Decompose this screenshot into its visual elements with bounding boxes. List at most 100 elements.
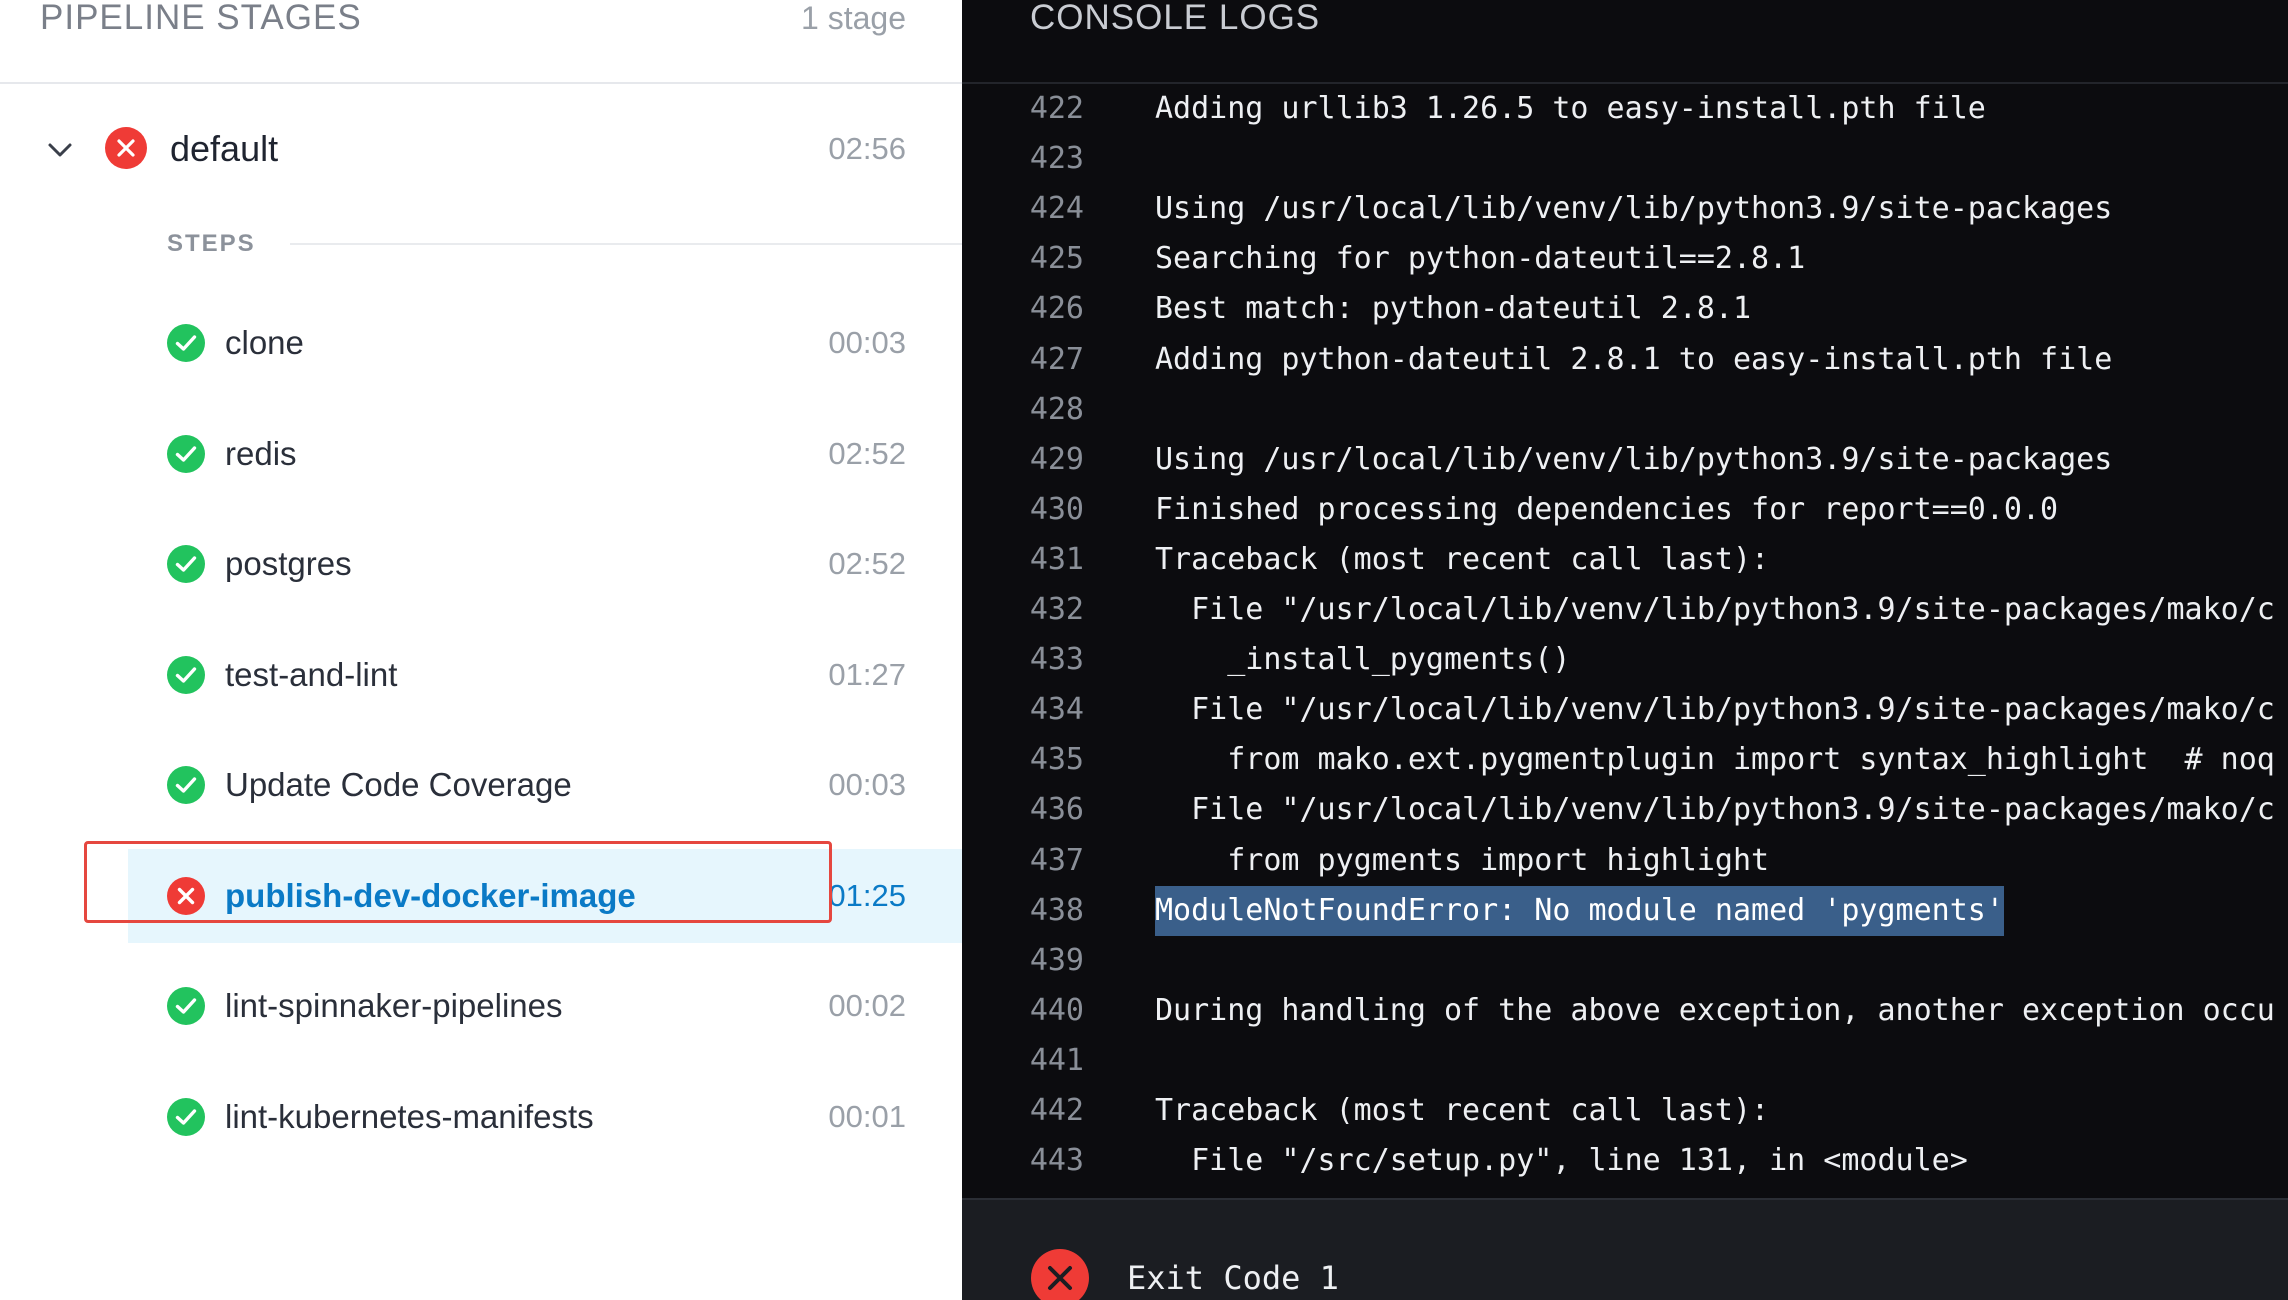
log-line: 424 Using /usr/local/lib/venv/lib/python3…: [962, 184, 2288, 234]
log-line-number: 432: [1029, 592, 1084, 627]
log-line-number: 426: [1029, 291, 1084, 327]
log-line: 425 Searching for python-dateutil==2.8.1: [962, 234, 2288, 284]
step-duration: 01:25: [828, 877, 906, 913]
log-text: During handling of the above exception, …: [1155, 992, 2275, 1028]
log-line: 439: [962, 936, 2288, 986]
log-line: 429 Using /usr/local/lib/venv/lib/python3…: [962, 435, 2288, 485]
log-text: Adding urllib3 1.26.5 to easy-install.pt…: [1155, 91, 1986, 126]
step-name: test-and-lint: [225, 655, 398, 693]
log-text: _install_pygments(): [1155, 642, 1571, 678]
log-line: 443 File "/src/setup.py", line 131, in <…: [962, 1136, 2288, 1186]
log-line-number: 433: [1029, 642, 1084, 678]
log-line-number: 436: [1029, 792, 1084, 828]
success-check-icon: [167, 1097, 205, 1136]
log-line: 434 File "/usr/local/lib/venv/lib/python…: [962, 685, 2288, 735]
log-text: File "/usr/local/lib/venv/lib/python3.9/…: [1155, 692, 2275, 728]
stage-row-default[interactable]: default 02:56: [0, 118, 962, 180]
step-row-test-and-lint[interactable]: test-and-lint 01:27: [128, 628, 962, 722]
log-line-number: 441: [1029, 1042, 1084, 1078]
log-line-number: 443: [1029, 1143, 1084, 1179]
step-name: redis: [225, 434, 297, 472]
log-line: 427 Adding python-dateutil 2.8.1 to easy-…: [962, 335, 2288, 385]
success-check-icon: [167, 545, 205, 583]
log-text: Searching for python-dateutil==2.8.1: [1155, 241, 1806, 277]
console-logs-panel: CONSOLE LOGS 422 Adding urllib3 1.26.5 to…: [962, 0, 2288, 1300]
log-line: 435 from mako.ext.pygmentplugin import s…: [962, 735, 2288, 785]
log-line: 442 Traceback (most recent call last):: [962, 1086, 2288, 1136]
failed-status-icon: [105, 127, 147, 169]
pipeline-stages-header: PIPELINE STAGES 1 stage: [0, 0, 962, 84]
log-text: File "/usr/local/lib/venv/lib/python3.9/…: [1155, 792, 2275, 828]
step-duration: 00:02: [828, 988, 906, 1023]
log-line-number: 442: [1029, 1093, 1084, 1128]
step-name: lint-kubernetes-manifests: [225, 1097, 594, 1135]
step-duration: 02:52: [828, 546, 906, 581]
log-text: Finished processing dependencies for rep…: [1155, 491, 2059, 527]
step-name: clone: [225, 324, 304, 361]
chevron-down-icon[interactable]: [40, 130, 80, 170]
step-duration: 00:01: [828, 1098, 906, 1134]
step-name: postgres: [225, 545, 352, 582]
step-row-postgres[interactable]: postgres 02:52: [128, 517, 962, 611]
log-text: Traceback (most recent call last):: [1155, 541, 1770, 577]
log-text: Best match: python-dateutil 2.8.1: [1155, 291, 1752, 327]
step-name: Update Code Coverage: [225, 766, 572, 803]
log-line-number: 431: [1029, 541, 1084, 577]
log-error-text: ModuleNotFoundError: No module named 'py…: [1155, 885, 2004, 936]
log-line: 436 File "/usr/local/lib/venv/lib/python…: [962, 785, 2288, 835]
log-line: 441: [962, 1036, 2288, 1086]
log-text: from mako.ext.pygmentplugin import synta…: [1155, 742, 2275, 778]
success-check-icon: [167, 766, 205, 804]
log-text: Using /usr/local/lib/venv/lib/python3.9/…: [1155, 191, 2113, 227]
log-line: 422 Adding urllib3 1.26.5 to easy-install…: [962, 84, 2288, 134]
step-duration: 02:52: [828, 435, 906, 471]
steps-section-label: STEPS: [167, 230, 256, 257]
log-line-number: 434: [1029, 692, 1084, 728]
pipeline-stages-title: PIPELINE STAGES: [40, 0, 362, 37]
log-line-number: 422: [1029, 91, 1084, 126]
log-line-number: 425: [1029, 241, 1084, 277]
stage-duration: 02:56: [828, 131, 906, 166]
log-line: 433 _install_pygments(): [962, 635, 2288, 685]
log-line: 440 During handling of the above exceptio…: [962, 986, 2288, 1036]
step-duration: 01:27: [828, 656, 906, 692]
step-row-publish-dev-docker-image[interactable]: publish-dev-docker-image 01:25: [128, 848, 962, 943]
step-row-lint-kubernetes-manifests[interactable]: lint-kubernetes-manifests 00:01: [128, 1070, 962, 1164]
log-line-number: 438: [1029, 892, 1084, 928]
failed-exit-icon: [1031, 1249, 1089, 1300]
console-log-output[interactable]: 422 Adding urllib3 1.26.5 to easy-install…: [962, 84, 2288, 1194]
log-line-number: 429: [1029, 441, 1084, 477]
stage-name: default: [170, 128, 279, 169]
exit-status-bar: Exit Code 1: [962, 1198, 2288, 1300]
log-text: Traceback (most recent call last):: [1155, 1093, 1770, 1128]
log-line: 426 Best match: python-dateutil 2.8.1: [962, 284, 2288, 334]
pipeline-stages-panel: PIPELINE STAGES 1 stage default 02:56 ST…: [0, 0, 962, 1300]
step-row-clone[interactable]: clone 00:03: [128, 296, 962, 390]
log-line: 428: [962, 385, 2288, 435]
log-line: 430 Finished processing dependencies for …: [962, 485, 2288, 535]
step-row-redis[interactable]: redis 02:52: [128, 407, 962, 501]
log-line-error: 438 ModuleNotFoundError: No module named …: [962, 885, 2288, 936]
log-text: File "/usr/local/lib/venv/lib/python3.9/…: [1155, 592, 2275, 627]
step-name: lint-spinnaker-pipelines: [225, 987, 563, 1024]
console-logs-title: CONSOLE LOGS: [1030, 0, 1321, 37]
log-line: 432 File "/usr/local/lib/venv/lib/python…: [962, 585, 2288, 635]
steps-divider: [290, 243, 962, 245]
stage-count: 1 stage: [801, 0, 906, 36]
log-line-number: 435: [1029, 742, 1084, 778]
failed-status-icon: [167, 876, 205, 915]
exit-code-text: Exit Code 1: [1127, 1259, 1339, 1297]
log-line: 431 Traceback (most recent call last):: [962, 535, 2288, 585]
log-line-number: 430: [1029, 491, 1084, 527]
log-line-number: 423: [1029, 141, 1084, 177]
step-duration: 00:03: [828, 325, 906, 360]
log-text: File "/src/setup.py", line 131, in <modu…: [1155, 1143, 1968, 1179]
log-line-number: 428: [1029, 391, 1084, 427]
success-check-icon: [167, 655, 205, 694]
log-line: 423: [962, 134, 2288, 184]
step-row-update-code-coverage[interactable]: Update Code Coverage 00:03: [128, 738, 962, 832]
log-line-number: 437: [1029, 842, 1084, 878]
log-line-number: 424: [1029, 191, 1084, 227]
step-row-lint-spinnaker-pipelines[interactable]: lint-spinnaker-pipelines 00:02: [128, 959, 962, 1053]
log-line: 437 from pygments import highlight: [962, 836, 2288, 886]
